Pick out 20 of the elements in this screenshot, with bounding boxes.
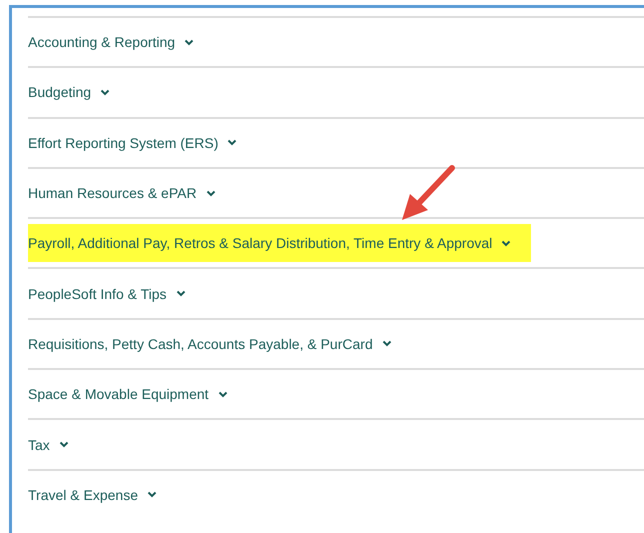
menu-item[interactable]: PeopleSoft Info & Tips xyxy=(28,274,186,313)
menu-item[interactable]: Space & Movable Equipment xyxy=(28,375,228,414)
menu-item[interactable]: Tax xyxy=(28,426,69,464)
menu-item[interactable]: Accounting & Reporting xyxy=(28,23,194,62)
chevron-down-icon xyxy=(227,139,238,146)
chevron-down-icon xyxy=(146,491,157,498)
menu-item[interactable]: Payroll, Additional Pay, Retros & Salary Distribution, Time Entry & Approval xyxy=(28,224,532,262)
menu-item[interactable]: Travel & Expense xyxy=(28,476,157,514)
menu-item[interactable]: Human Resources & ePAR xyxy=(28,174,216,212)
chevron-down-icon xyxy=(218,390,228,398)
chevron-down-icon xyxy=(176,290,186,298)
menu-item[interactable]: Budgeting xyxy=(28,73,110,112)
chevron-down-icon xyxy=(501,240,512,247)
menu-item[interactable]: Requisitions, Petty Cash, Accounts Payable, & PurCard xyxy=(28,324,392,363)
chevron-down-icon xyxy=(206,190,216,197)
chevron-down-icon xyxy=(184,38,194,46)
chevron-down-icon xyxy=(100,88,110,96)
chevron-down-icon xyxy=(382,340,392,348)
chevron-down-icon xyxy=(58,441,69,448)
menu-item[interactable]: Effort Reporting System (ERS) xyxy=(28,124,238,162)
